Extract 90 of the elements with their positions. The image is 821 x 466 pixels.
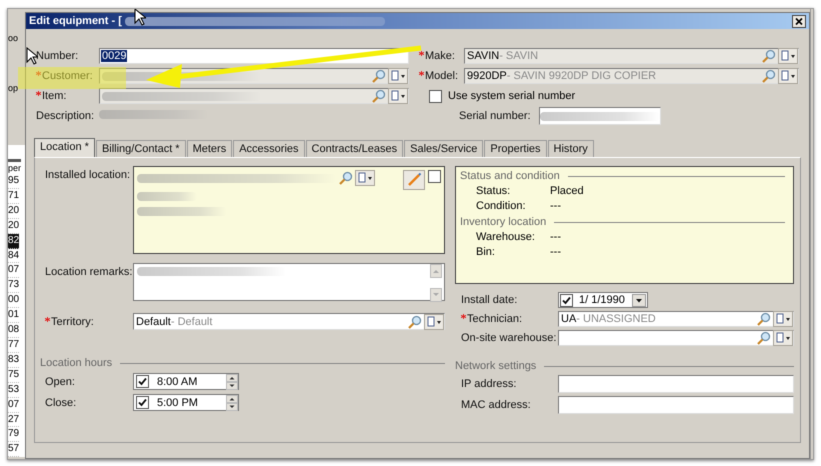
field-label: Warehouse: xyxy=(476,230,536,245)
field-label: Customer: xyxy=(36,70,99,82)
field-label: Make: xyxy=(419,50,464,62)
tab[interactable]: Location * xyxy=(34,138,95,157)
table-cell[interactable]: 00 xyxy=(8,293,20,308)
checkbox[interactable] xyxy=(560,294,573,306)
field-label: Status: xyxy=(476,184,512,199)
column-header: per xyxy=(8,159,22,174)
table-cell[interactable]: 08 xyxy=(8,323,20,338)
tab[interactable]: Contracts/Leases xyxy=(306,140,404,157)
scrollbar[interactable] xyxy=(430,264,442,302)
table-cell[interactable]: 83 xyxy=(8,352,20,368)
dropdown-icon[interactable] xyxy=(773,311,793,327)
field-label: Installed location: xyxy=(45,169,131,181)
field-label: Number: xyxy=(36,50,80,62)
lookup-field[interactable]: UA- UNASSIGNED xyxy=(558,311,794,327)
search-icon[interactable] xyxy=(756,311,772,327)
dropdown-icon[interactable] xyxy=(355,170,375,186)
group-title: Network settings xyxy=(455,360,536,372)
lookup-field[interactable] xyxy=(558,330,794,346)
table-cell[interactable]: 71 xyxy=(8,188,20,204)
checkbox[interactable] xyxy=(428,170,441,183)
group-title: Status and condition xyxy=(460,170,560,182)
text-field[interactable] xyxy=(558,375,794,393)
cursor-icon xyxy=(26,47,38,65)
window-title: Edit equipment - [ xyxy=(29,15,122,27)
field-value: --- xyxy=(550,199,561,214)
field-label: On-site warehouse: xyxy=(460,332,558,344)
checkbox[interactable] xyxy=(429,90,442,102)
tab[interactable]: History xyxy=(548,140,594,157)
text-area[interactable] xyxy=(133,263,445,301)
table-cell[interactable]: 73 xyxy=(8,278,20,294)
checkbox-label: Use system serial number xyxy=(448,90,576,102)
table-cell[interactable]: 79 xyxy=(8,427,20,442)
search-icon[interactable] xyxy=(338,170,354,186)
text-field[interactable] xyxy=(538,107,661,125)
table-cell[interactable]: 95 xyxy=(8,174,20,189)
field-label: Item: xyxy=(36,90,99,102)
lookup-field[interactable]: Default- Default xyxy=(133,313,445,330)
tab[interactable]: Accessories xyxy=(233,140,305,157)
field-label: Close: xyxy=(45,396,78,408)
table-cell[interactable]: 82 xyxy=(8,234,20,249)
field-label: Bin: xyxy=(476,245,496,260)
group-title: Location hours xyxy=(40,357,112,369)
field-label: Model: xyxy=(419,70,464,82)
field-label: Territory: xyxy=(45,316,133,328)
time-picker[interactable]: 5:00 PM xyxy=(133,394,239,411)
redacted-text xyxy=(137,192,197,201)
time-picker[interactable]: 8:00 AM xyxy=(133,373,239,390)
field-label: Condition: xyxy=(476,199,527,214)
table-cell[interactable]: 84 xyxy=(8,248,20,264)
field-label: Technician: xyxy=(455,313,558,325)
tab[interactable]: Sales/Service xyxy=(404,140,484,157)
close-icon[interactable] xyxy=(792,14,806,28)
tab[interactable]: Properties xyxy=(484,140,547,157)
table-cell[interactable]: 77 xyxy=(8,338,20,353)
table-cell[interactable]: 07 xyxy=(8,263,20,278)
field-label: MAC address: xyxy=(460,399,532,411)
table-cell[interactable]: 07 xyxy=(8,398,20,412)
date-picker[interactable]: 1/ 1/1990 xyxy=(558,292,648,308)
dropdown-icon[interactable] xyxy=(424,314,444,330)
search-icon[interactable] xyxy=(756,330,772,346)
field-label: Serial number: xyxy=(459,110,531,122)
toolbar-text: oo xyxy=(8,33,18,43)
checkbox[interactable] xyxy=(136,375,149,388)
tab[interactable]: Billing/Contact * xyxy=(96,140,186,157)
field-label: Install date: xyxy=(460,294,518,306)
group-title: Inventory location xyxy=(460,216,546,228)
field-label: Location remarks: xyxy=(45,266,133,278)
spinner-icon[interactable] xyxy=(226,374,238,390)
toolbar-text: op xyxy=(8,83,18,93)
search-icon[interactable] xyxy=(407,314,423,330)
field-value: --- xyxy=(550,245,561,260)
field-label: Open: xyxy=(45,376,76,388)
cursor-icon xyxy=(134,9,146,26)
table-cell[interactable]: 53 xyxy=(8,382,20,398)
field-label: IP address: xyxy=(460,378,518,390)
text-field[interactable] xyxy=(558,396,794,414)
dropdown-icon[interactable] xyxy=(773,330,793,346)
field-value: --- xyxy=(550,230,561,245)
table-cell[interactable]: 75 xyxy=(8,368,20,383)
spinner-icon[interactable] xyxy=(226,394,238,410)
table-cell[interactable]: 27 xyxy=(8,412,20,428)
tab[interactable]: Meters xyxy=(186,140,232,157)
table-cell[interactable]: 57 xyxy=(8,442,20,458)
checkbox[interactable] xyxy=(136,396,149,409)
table-cell[interactable]: 01 xyxy=(8,308,20,324)
field-label: Description: xyxy=(36,110,96,122)
field-value: Placed xyxy=(550,184,584,199)
table-cell[interactable]: 20 xyxy=(8,204,20,219)
